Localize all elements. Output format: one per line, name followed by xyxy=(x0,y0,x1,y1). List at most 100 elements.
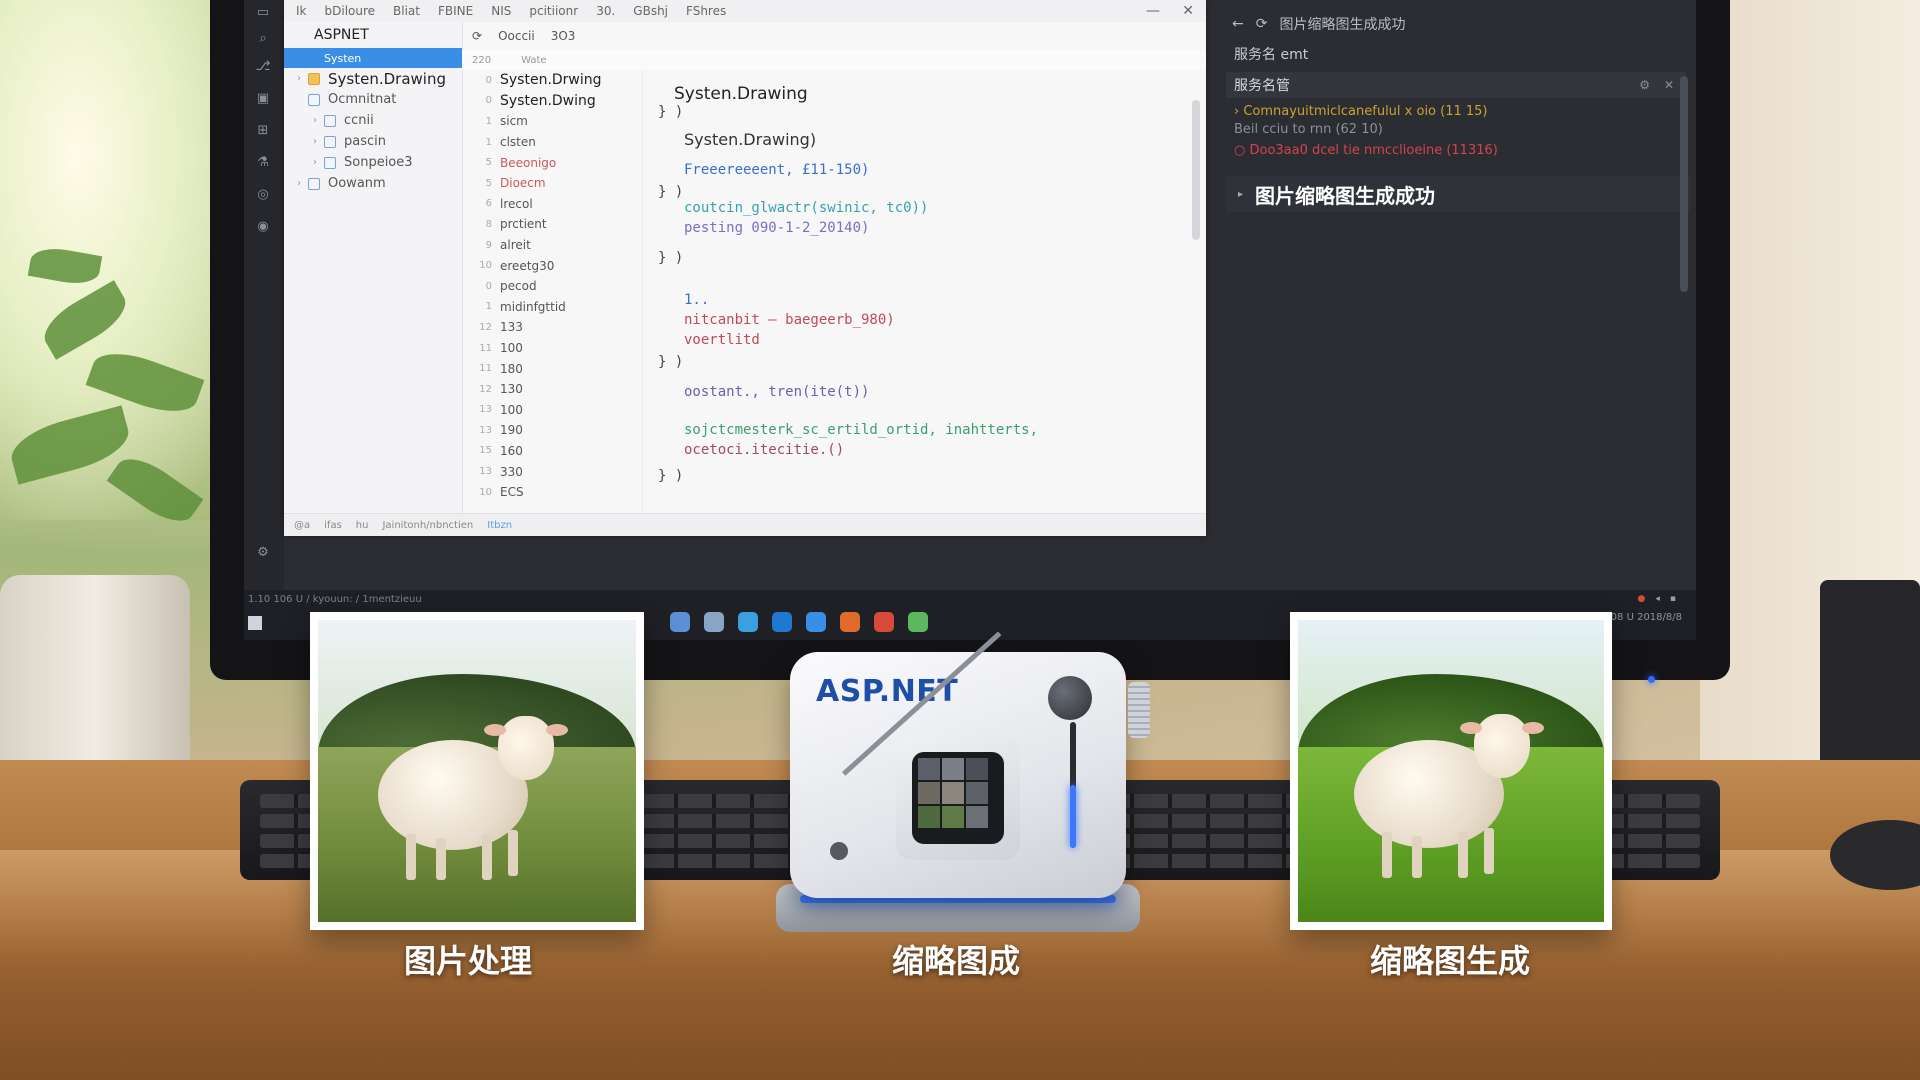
outline-row[interactable]: 13 100 xyxy=(462,400,642,421)
outline-row[interactable]: 10 ECS xyxy=(462,482,642,503)
refresh-icon[interactable]: ⟳ xyxy=(1256,16,1268,32)
outline-row[interactable]: 1 midinfgttid xyxy=(462,297,642,318)
outline-row[interactable]: 13 190 xyxy=(462,420,642,441)
output-panel-scrollbar[interactable] xyxy=(1680,76,1688,292)
outline-row[interactable]: 12 130 xyxy=(462,379,642,400)
menu-item[interactable]: bDiloure xyxy=(325,4,376,18)
outline-row[interactable]: 5 Beeonigo xyxy=(462,152,642,173)
status-item[interactable]: Itbzn xyxy=(487,520,512,531)
chevron-right-icon[interactable]: › xyxy=(306,157,324,168)
taskbar-app-icon[interactable] xyxy=(670,612,690,632)
refresh-icon[interactable]: ⟳ xyxy=(472,29,482,43)
output-panel-subtitle: 服务名 emt xyxy=(1234,47,1309,63)
tree-item[interactable]: Ocmnitnat xyxy=(284,89,462,110)
outline-label: lrecol xyxy=(500,196,533,211)
back-icon[interactable]: ← xyxy=(1232,16,1244,32)
chevron-right-icon[interactable]: › xyxy=(306,115,324,126)
outline-row[interactable]: 0 Systen.Dwing xyxy=(462,91,642,112)
menu-item[interactable]: GBshj xyxy=(633,4,668,18)
taskbar-app-icon[interactable] xyxy=(840,612,860,632)
outline-row[interactable]: 9 alreit xyxy=(462,235,642,256)
device-screen xyxy=(912,752,1004,844)
extensions-icon[interactable]: ⊞ xyxy=(254,122,272,138)
tree-item[interactable]: › pascin xyxy=(284,131,462,152)
tray-icon[interactable]: ◂ xyxy=(1655,594,1660,604)
line-number: 13 xyxy=(479,404,492,416)
outline-row[interactable]: 6 lrecol xyxy=(462,194,642,215)
selected-tree-item[interactable]: Systen xyxy=(284,48,462,68)
source-control-icon[interactable]: ⎇ xyxy=(254,58,272,74)
menu-item[interactable]: NIS xyxy=(491,4,511,18)
test-icon[interactable]: ⚗ xyxy=(254,154,272,170)
menu-item[interactable]: pcitiionr xyxy=(529,4,578,18)
outline-row[interactable]: 1 clsten xyxy=(462,132,642,153)
remote-icon[interactable]: ◎ xyxy=(254,186,272,202)
taskbar-app-icon[interactable] xyxy=(908,612,928,632)
device-knob[interactable] xyxy=(1048,676,1092,720)
taskbar-app-icon[interactable] xyxy=(772,612,792,632)
taskbar-app-icon[interactable] xyxy=(738,612,758,632)
outline-row[interactable]: 1 sicm xyxy=(462,111,642,132)
explorer-icon[interactable]: ▭ xyxy=(254,4,272,20)
outline-row[interactable]: 0 Systen.Drwing xyxy=(462,70,642,91)
device-side-dial[interactable] xyxy=(1128,682,1150,738)
menu-item[interactable]: 30. xyxy=(596,4,615,18)
outline-row[interactable]: 13 330 xyxy=(462,461,642,482)
menu-item[interactable]: FBINE xyxy=(438,4,473,18)
close-icon[interactable]: ✕ xyxy=(1182,0,1194,22)
tree-item[interactable]: › Oowanm xyxy=(284,173,462,194)
taskbar-status-text: 1.10 106 U / kyouun: / 1mentzieuu xyxy=(248,593,422,605)
settings-icon[interactable]: ⚙ xyxy=(1639,78,1650,92)
chevron-right-icon[interactable]: › xyxy=(290,73,308,84)
outline-label: 130 xyxy=(500,382,523,397)
record-icon[interactable]: ● xyxy=(1638,594,1646,604)
outline-row[interactable]: 15 160 xyxy=(462,441,642,462)
tree-item[interactable]: › Sonpeioe3 xyxy=(284,152,462,173)
menu-item[interactable]: Ik xyxy=(296,4,307,18)
menu-item[interactable]: FShres xyxy=(686,4,726,18)
account-icon[interactable]: ◉ xyxy=(254,218,272,234)
editor-subheader: 220 Wate xyxy=(462,50,1206,70)
line-number: 5 xyxy=(485,157,492,169)
taskbar-app-icon[interactable] xyxy=(704,612,724,632)
line-number: 1 xyxy=(485,136,492,148)
solution-title[interactable]: ASPNET xyxy=(284,22,462,48)
status-item: ifas xyxy=(324,519,342,531)
status-item: Jainitonh/nbnctien xyxy=(382,519,474,531)
code-line: pesting 090-1-2_20140) xyxy=(684,220,870,236)
tree-item-label: Sonpeioe3 xyxy=(344,155,413,170)
outline-row[interactable]: 5 Dioecm xyxy=(462,173,642,194)
outline-row[interactable]: 12 133 xyxy=(462,317,642,338)
editor-toolbar-item[interactable]: Ooccii xyxy=(498,29,535,43)
start-icon[interactable] xyxy=(248,616,262,630)
solution-tree: › Systen.Drawing Ocmnitnat › ccnii › pascin › So… xyxy=(284,68,462,194)
outline-panel: 0 Systen.Drwing 0 Systen.Dwing 1 sicm 1 clsten 5… xyxy=(462,70,643,514)
output-panel-header-label: 服务名管 xyxy=(1234,78,1290,94)
taskbar-app-icon[interactable] xyxy=(874,612,894,632)
editor-scrollbar[interactable] xyxy=(1192,100,1200,240)
close-icon[interactable]: ✕ xyxy=(1664,78,1674,92)
outline-row[interactable]: 10 ereetg30 xyxy=(462,255,642,276)
status-item: hu xyxy=(355,519,369,531)
minimize-icon[interactable]: — xyxy=(1146,0,1160,22)
outline-label: clsten xyxy=(500,135,536,150)
outline-row[interactable]: 11 100 xyxy=(462,338,642,359)
code-line: sojctcmesterk_sc_ertild_ortid, inahttert… xyxy=(684,422,1039,438)
outline-row[interactable]: 0 pecod xyxy=(462,276,642,297)
outline-row[interactable]: 8 prctient xyxy=(462,214,642,235)
chevron-right-icon[interactable]: › xyxy=(290,178,308,189)
chevron-right-icon[interactable]: › xyxy=(306,136,324,147)
menu-item[interactable]: Bliat xyxy=(393,4,420,18)
editor-toolbar-item[interactable]: 3O3 xyxy=(551,29,576,43)
code-line: oostant., tren(ite(t)) xyxy=(684,384,870,400)
outline-row[interactable]: 11 180 xyxy=(462,358,642,379)
tray-icon[interactable]: ▪ xyxy=(1670,594,1676,604)
debug-icon[interactable]: ▣ xyxy=(254,90,272,106)
taskbar-app-icon[interactable] xyxy=(806,612,826,632)
tree-item[interactable]: › ccnii xyxy=(284,110,462,131)
settings-gear-icon[interactable]: ⚙ xyxy=(254,544,272,560)
device-slider[interactable] xyxy=(1070,722,1076,848)
search-icon[interactable]: ⌕ xyxy=(254,30,272,46)
code-editor[interactable]: Systen.Drawing} ) Systen.Drawing) Freeeree… xyxy=(644,70,1184,514)
tree-item[interactable]: › Systen.Drawing xyxy=(284,68,462,89)
